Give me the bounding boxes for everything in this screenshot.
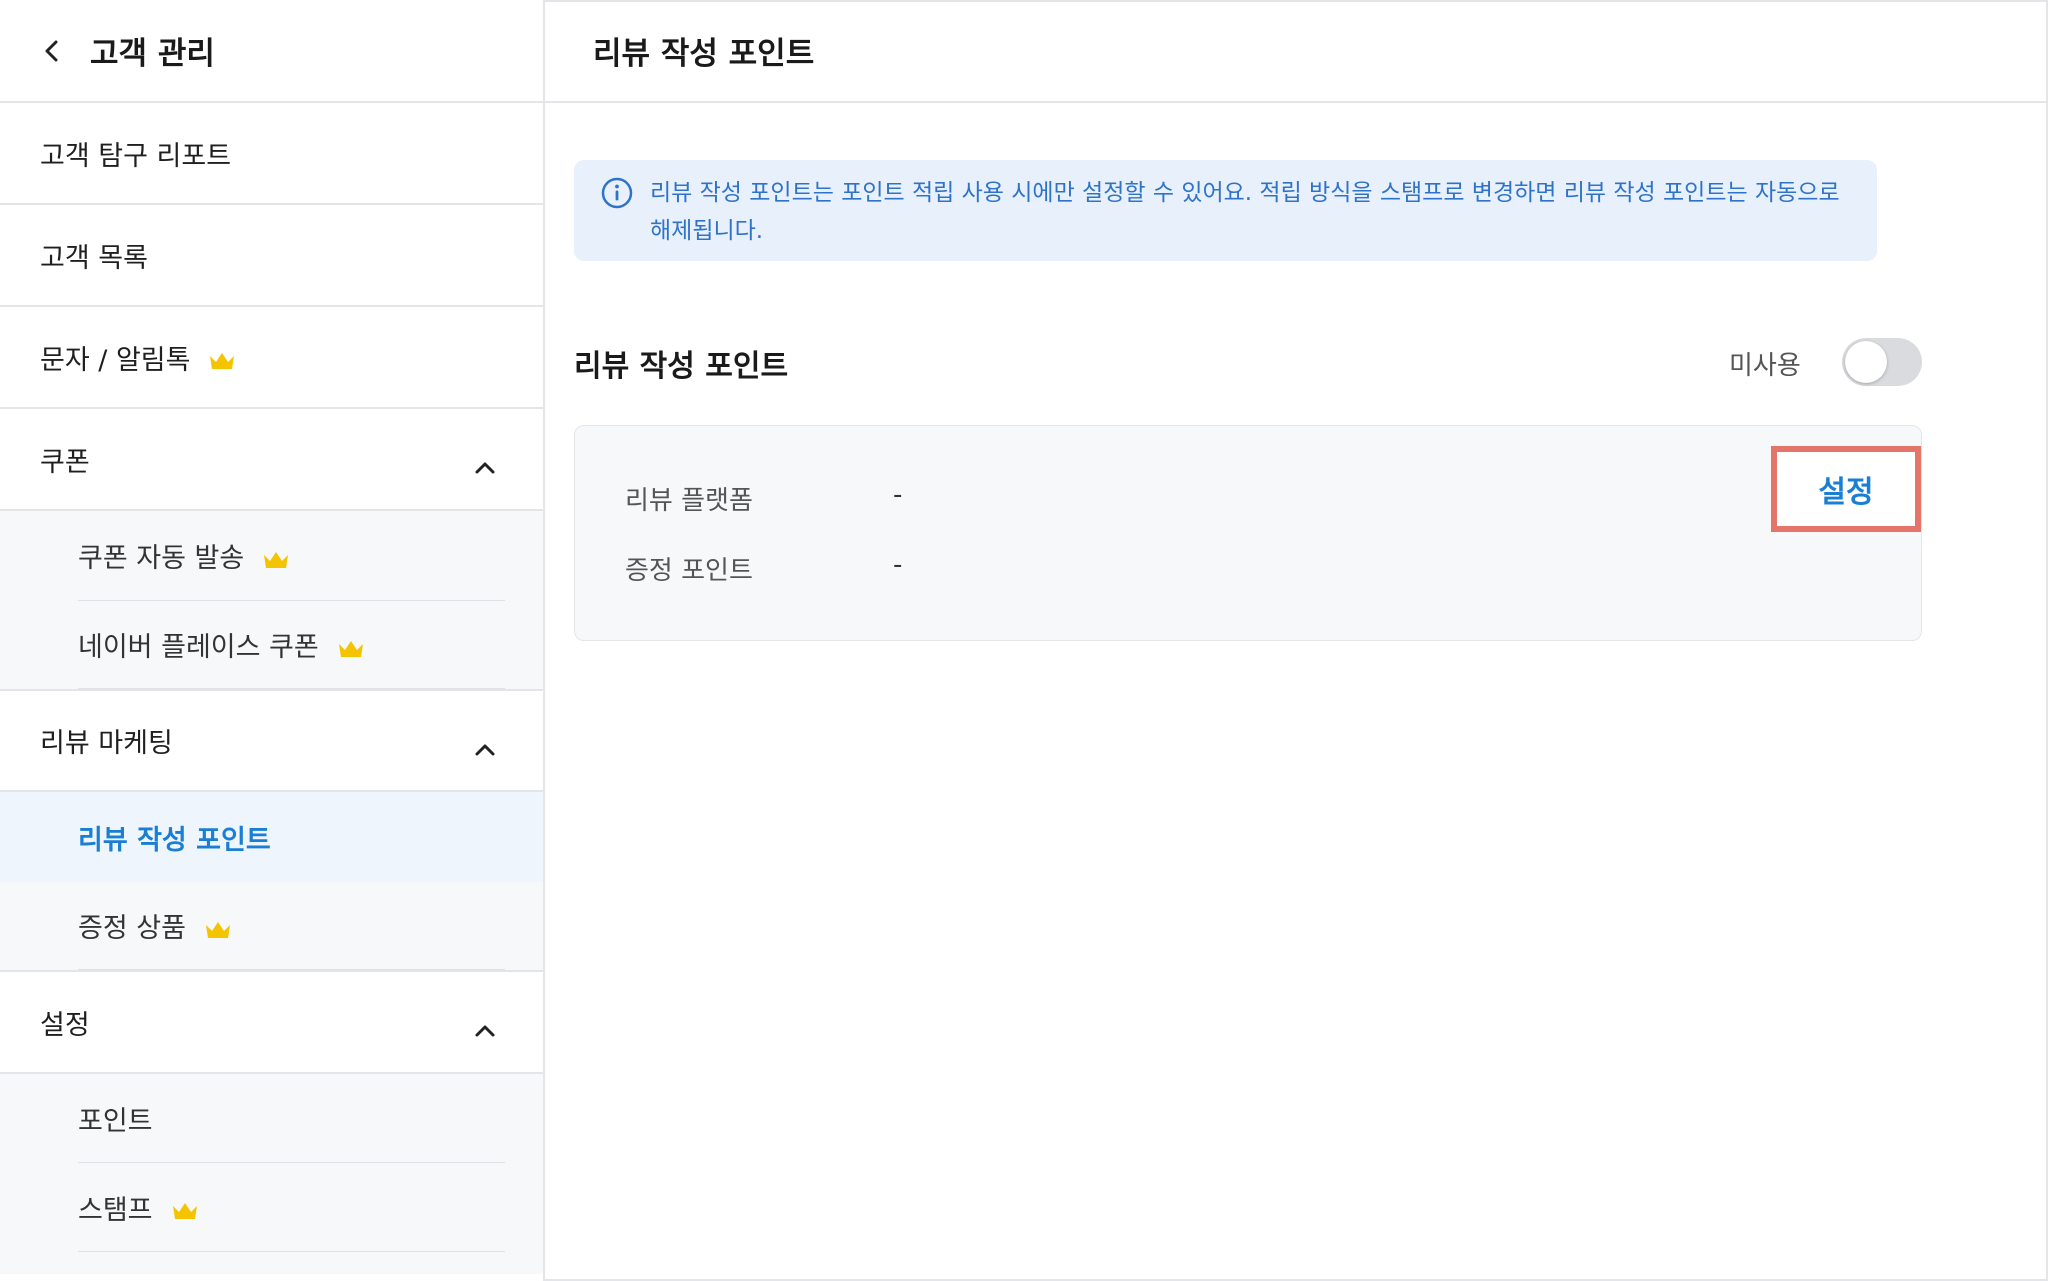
sidebar-subitem-label: 증정 상품: [78, 913, 186, 944]
sidebar-item-label: 고객 탐구 리포트: [40, 140, 232, 172]
sidebar-subitem-auto-coupon[interactable]: 쿠폰 자동 발송: [78, 511, 505, 601]
sidebar-subitem-label: 포인트: [78, 1105, 153, 1137]
info-banner: 리뷰 작성 포인트는 포인트 적립 사용 시에만 설정할 수 있어요. 적립 방…: [574, 160, 1877, 261]
sidebar-item-label: 리뷰 마케팅: [40, 728, 173, 759]
coupon-submenu: 쿠폰 자동 발송 네이버 플레이스 쿠폰: [0, 511, 543, 691]
info-text: 리뷰 작성 포인트는 포인트 적립 사용 시에만 설정할 수 있어요. 적립 방…: [650, 180, 1840, 244]
sidebar-subitem-review-points[interactable]: 리뷰 작성 포인트: [0, 792, 543, 882]
review-submenu: 리뷰 작성 포인트 증정 상품: [0, 792, 543, 972]
sidebar-item-messages[interactable]: 문자 / 알림톡: [0, 307, 543, 409]
sidebar-item-customer-list[interactable]: 고객 목록: [0, 205, 543, 307]
sidebar-title: 고객 관리: [90, 36, 215, 72]
sidebar-item-customer-report[interactable]: 고객 탐구 리포트: [0, 103, 543, 205]
crown-icon: [262, 546, 290, 568]
sidebar: 고객 관리 고객 탐구 리포트 고객 목록 문자 / 알림톡 쿠폰 쿠폰 자동 …: [0, 0, 545, 1281]
card-row-label: 증정 포인트: [625, 556, 753, 586]
card-row-value: -: [893, 550, 903, 580]
sidebar-subitem-gift-product[interactable]: 증정 상품: [78, 882, 505, 970]
main-header: 리뷰 작성 포인트: [545, 0, 2048, 103]
card-row-platform: 리뷰 플랫폼 -: [625, 480, 902, 517]
card-row-label: 리뷰 플랫폼: [625, 486, 753, 516]
crown-icon: [204, 916, 232, 938]
card-row-points: 증정 포인트 -: [625, 550, 902, 587]
page-title: 리뷰 작성 포인트: [593, 36, 815, 72]
sidebar-header: 고객 관리: [0, 0, 543, 103]
toggle-status-label: 미사용: [1729, 351, 1801, 381]
sidebar-item-label: 문자 / 알림톡: [40, 344, 191, 376]
crown-icon: [171, 1197, 199, 1219]
sidebar-subitem-label: 쿠폰 자동 발송: [78, 543, 245, 574]
settings-submenu: 포인트 스탬프: [0, 1074, 543, 1274]
sidebar-subitem-points[interactable]: 포인트: [78, 1074, 505, 1163]
review-points-toggle[interactable]: [1842, 338, 1922, 386]
card-row-value: -: [893, 480, 903, 510]
sidebar-subitem-stamp[interactable]: 스탬프: [78, 1163, 505, 1252]
sidebar-item-label: 쿠폰: [40, 446, 90, 478]
info-icon: [600, 176, 634, 210]
chevron-up-icon: [473, 1014, 497, 1037]
sidebar-subitem-label: 스탬프: [78, 1194, 153, 1226]
sidebar-subitem-label: 리뷰 작성 포인트: [78, 824, 271, 856]
crown-icon: [337, 635, 365, 657]
sidebar-item-coupon[interactable]: 쿠폰: [0, 409, 543, 511]
section-title: 리뷰 작성 포인트: [574, 349, 789, 384]
chevron-up-icon: [473, 451, 497, 474]
chevron-up-icon: [473, 733, 497, 755]
sidebar-item-label: 설정: [40, 1009, 90, 1041]
main-content: 리뷰 작성 포인트 리뷰 작성 포인트는 포인트 적립 사용 시에만 설정할 수…: [545, 0, 2048, 1281]
settings-button[interactable]: 설정: [1771, 446, 1921, 532]
sidebar-subitem-naver-coupon[interactable]: 네이버 플레이스 쿠폰: [78, 601, 505, 689]
review-points-card: 리뷰 플랫폼 - 증정 포인트 - 설정: [574, 425, 1922, 641]
sidebar-subitem-label: 네이버 플레이스 쿠폰: [78, 632, 319, 663]
crown-icon: [208, 347, 236, 369]
sidebar-item-label: 고객 목록: [40, 242, 148, 274]
sidebar-item-review-marketing[interactable]: 리뷰 마케팅: [0, 691, 543, 792]
sidebar-item-settings[interactable]: 설정: [0, 972, 543, 1074]
toggle-knob: [1845, 341, 1887, 383]
back-arrow-icon[interactable]: [40, 40, 62, 62]
